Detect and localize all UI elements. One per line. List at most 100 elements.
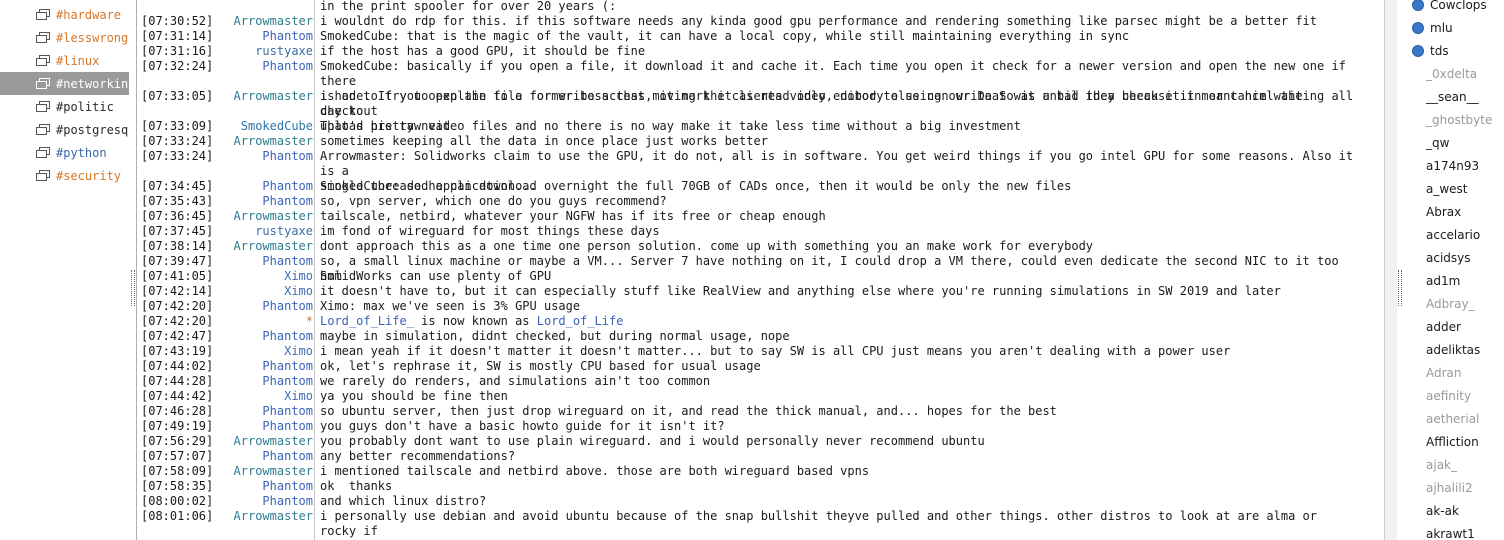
channel-list: #hardware #lesswrong #linux #networking #pol… [0,0,129,540]
user-nick: Affliction [1426,434,1479,449]
channel-icon [36,8,50,20]
nick[interactable]: Phantom [262,59,313,74]
timestamp: [07:33:09] [141,119,214,133]
nick[interactable]: Phantom [262,329,313,344]
nick[interactable]: Phantom [262,194,313,209]
channel-item[interactable]: #lesswrong [0,26,129,49]
nick[interactable]: Phantom [262,449,313,464]
message-text: dont approach this as a one time one per… [320,239,1094,253]
channel-item[interactable]: #hardware [0,3,129,26]
op-status-icon [1412,0,1424,11]
nick[interactable]: Arrowmaster [234,239,313,254]
channel-item[interactable]: #postgresql [0,118,129,141]
nick[interactable]: rustyaxe [255,224,313,239]
left-splitter-handle[interactable] [131,270,135,306]
nick[interactable]: Phantom [262,29,313,44]
channel-item[interactable]: #linux [0,49,129,72]
user-list-item[interactable]: adder [1404,315,1504,338]
user-list-item[interactable]: ajak_ [1404,453,1504,476]
chat-line: [07:43:19] Ximo i mean yeah if it doesn't … [137,344,1384,359]
nick[interactable]: Phantom [262,404,313,419]
chat-line: [07:34:45] Phantom SmokedCube: so he can d… [137,179,1384,194]
chat-line: [07:58:09] Arrowmaster i mentioned tailsca… [137,464,1384,479]
user-list-item[interactable]: Adran [1404,361,1504,384]
user-list-item[interactable]: _qw [1404,131,1504,154]
user-list-item[interactable]: accelario [1404,223,1504,246]
user-nick: Adbray_ [1426,296,1475,311]
right-splitter-handle[interactable] [1398,270,1402,306]
chat-scrollbar[interactable] [1384,0,1397,540]
user-nick: aetherial [1426,411,1480,426]
channel-item[interactable]: #networking [0,72,129,95]
nick[interactable]: SmokedCube [241,119,313,134]
user-nick: akrawt1 [1426,526,1475,540]
user-list-item[interactable]: _ghostbyte [1404,108,1504,131]
user-list-item[interactable]: aefinity [1404,384,1504,407]
nick[interactable]: Ximo [284,344,313,359]
user-list-item[interactable]: ajhalili2 [1404,476,1504,499]
nick[interactable]: Ximo [284,284,313,299]
chat-line: [07:33:09] SmokedCube That's pretty neat [137,119,1384,134]
user-list-item[interactable]: a_west [1404,177,1504,200]
nick[interactable]: Ximo [284,269,313,284]
message-text: i wouldnt do rdp for this. if this softw… [320,14,1317,28]
user-list-item[interactable]: aetherial [1404,407,1504,430]
channel-item[interactable]: #politic [0,95,129,118]
channel-label: #networking [56,76,129,91]
nick[interactable]: Arrowmaster [234,509,313,524]
user-list-item[interactable]: ad1m [1404,269,1504,292]
nick[interactable]: rustyaxe [255,44,313,59]
chat-line: [07:31:16] rustyaxe if the host has a good… [137,44,1384,59]
channel-item[interactable]: #security [0,164,129,187]
channel-label: #lesswrong [56,30,129,45]
user-nick: ajak_ [1426,457,1457,472]
nick[interactable]: Phantom [262,149,313,164]
nick-link-old[interactable]: Lord_of_Life_ [320,314,414,328]
nick[interactable]: Phantom [262,179,313,194]
user-list-item[interactable]: a174n93 [1404,154,1504,177]
user-list-item[interactable]: __sean__ [1404,85,1504,108]
user-list-item[interactable]: tds [1404,39,1504,62]
user-list-item[interactable]: Cowclops [1404,0,1504,16]
nick[interactable]: Arrowmaster [234,134,313,149]
user-list-item[interactable]: ak-ak [1404,499,1504,522]
nick[interactable]: Arrowmaster [234,434,313,449]
message-text: tailscale, netbird, whatever your NGFW h… [320,209,826,223]
channel-item[interactable]: #python [0,141,129,164]
timestamp: [07:42:20] [141,314,214,328]
nick[interactable]: Phantom [262,299,313,314]
user-list-item[interactable]: _0xdelta [1404,62,1504,85]
nick[interactable]: Phantom [262,494,313,509]
user-list-item[interactable]: akrawt1 [1404,522,1504,540]
chat-line: [07:37:45] rustyaxe im fond of wireguard f… [137,224,1384,239]
nick[interactable]: Phantom [262,359,313,374]
nick[interactable]: * [306,314,313,329]
nick[interactable]: Phantom [262,374,313,389]
user-list-item[interactable]: adeliktas [1404,338,1504,361]
nick[interactable]: Phantom [262,254,313,269]
nick[interactable]: Phantom [262,419,313,434]
user-nick: ajhalili2 [1426,480,1473,495]
user-nick: Abrax [1426,204,1462,219]
timestamp: [07:46:28] [141,404,214,418]
user-list-item[interactable]: Abrax [1404,200,1504,223]
nick[interactable]: Phantom [262,479,313,494]
chat-line: [07:32:24] Phantom SmokedCube: basically i… [137,59,1384,118]
channel-label: #python [56,145,107,160]
channel-icon [36,146,50,158]
message-text: ok, let's rephrase it, SW is mostly CPU … [320,359,761,373]
nick-link-new[interactable]: Lord_of_Life [537,314,624,328]
nick[interactable]: Ximo [284,389,313,404]
user-list-item[interactable]: acidsys [1404,246,1504,269]
timestamp: [07:58:09] [141,464,214,478]
nick[interactable]: Arrowmaster [234,209,313,224]
user-list-item[interactable]: Adbray_ [1404,292,1504,315]
message-text: if the host has a good GPU, it should be… [320,44,646,58]
user-list-item[interactable]: mlu [1404,16,1504,39]
op-status-icon [1412,44,1424,57]
nick[interactable]: Arrowmaster [234,89,313,104]
chat-line: [07:41:05] Ximo SolidWorks can use plenty … [137,269,1384,284]
nick[interactable]: Arrowmaster [234,14,313,29]
nick[interactable]: Arrowmaster [234,464,313,479]
user-list-item[interactable]: Affliction [1404,430,1504,453]
